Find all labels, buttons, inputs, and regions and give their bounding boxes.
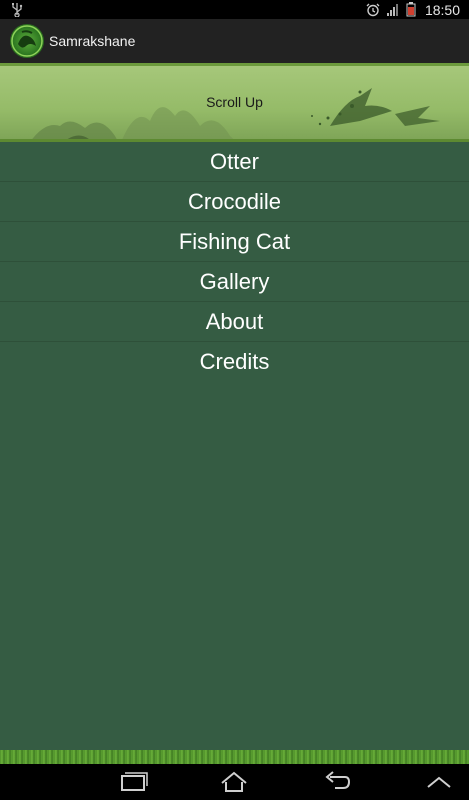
- scroll-up-label: Scroll Up: [206, 94, 263, 110]
- menu-item-otter[interactable]: Otter: [0, 142, 469, 182]
- menu-item-about[interactable]: About: [0, 302, 469, 342]
- alarm-icon: [366, 3, 380, 16]
- navigation-bar: [0, 764, 469, 800]
- usb-icon: [12, 3, 23, 17]
- menu-up-icon[interactable]: [424, 770, 454, 794]
- signal-icon: [386, 3, 398, 16]
- menu-item-fishing-cat[interactable]: Fishing Cat: [0, 222, 469, 262]
- menu-item-credits[interactable]: Credits: [0, 342, 469, 382]
- status-bar: 18:50: [0, 0, 469, 19]
- menu-list: Otter Crocodile Fishing Cat Gallery Abou…: [0, 142, 469, 750]
- scroll-up-banner[interactable]: Scroll Up: [0, 63, 469, 142]
- menu-item-gallery[interactable]: Gallery: [0, 262, 469, 302]
- grass-footer-strip: [0, 750, 469, 764]
- app-logo-icon[interactable]: [10, 24, 44, 58]
- home-icon[interactable]: [219, 770, 249, 794]
- action-bar: Samrakshane: [0, 19, 469, 63]
- menu-item-crocodile[interactable]: Crocodile: [0, 182, 469, 222]
- app-title: Samrakshane: [49, 33, 136, 49]
- status-time: 18:50: [424, 1, 460, 18]
- recent-apps-icon[interactable]: [118, 770, 148, 794]
- back-icon[interactable]: [321, 770, 351, 794]
- battery-icon: [406, 2, 416, 17]
